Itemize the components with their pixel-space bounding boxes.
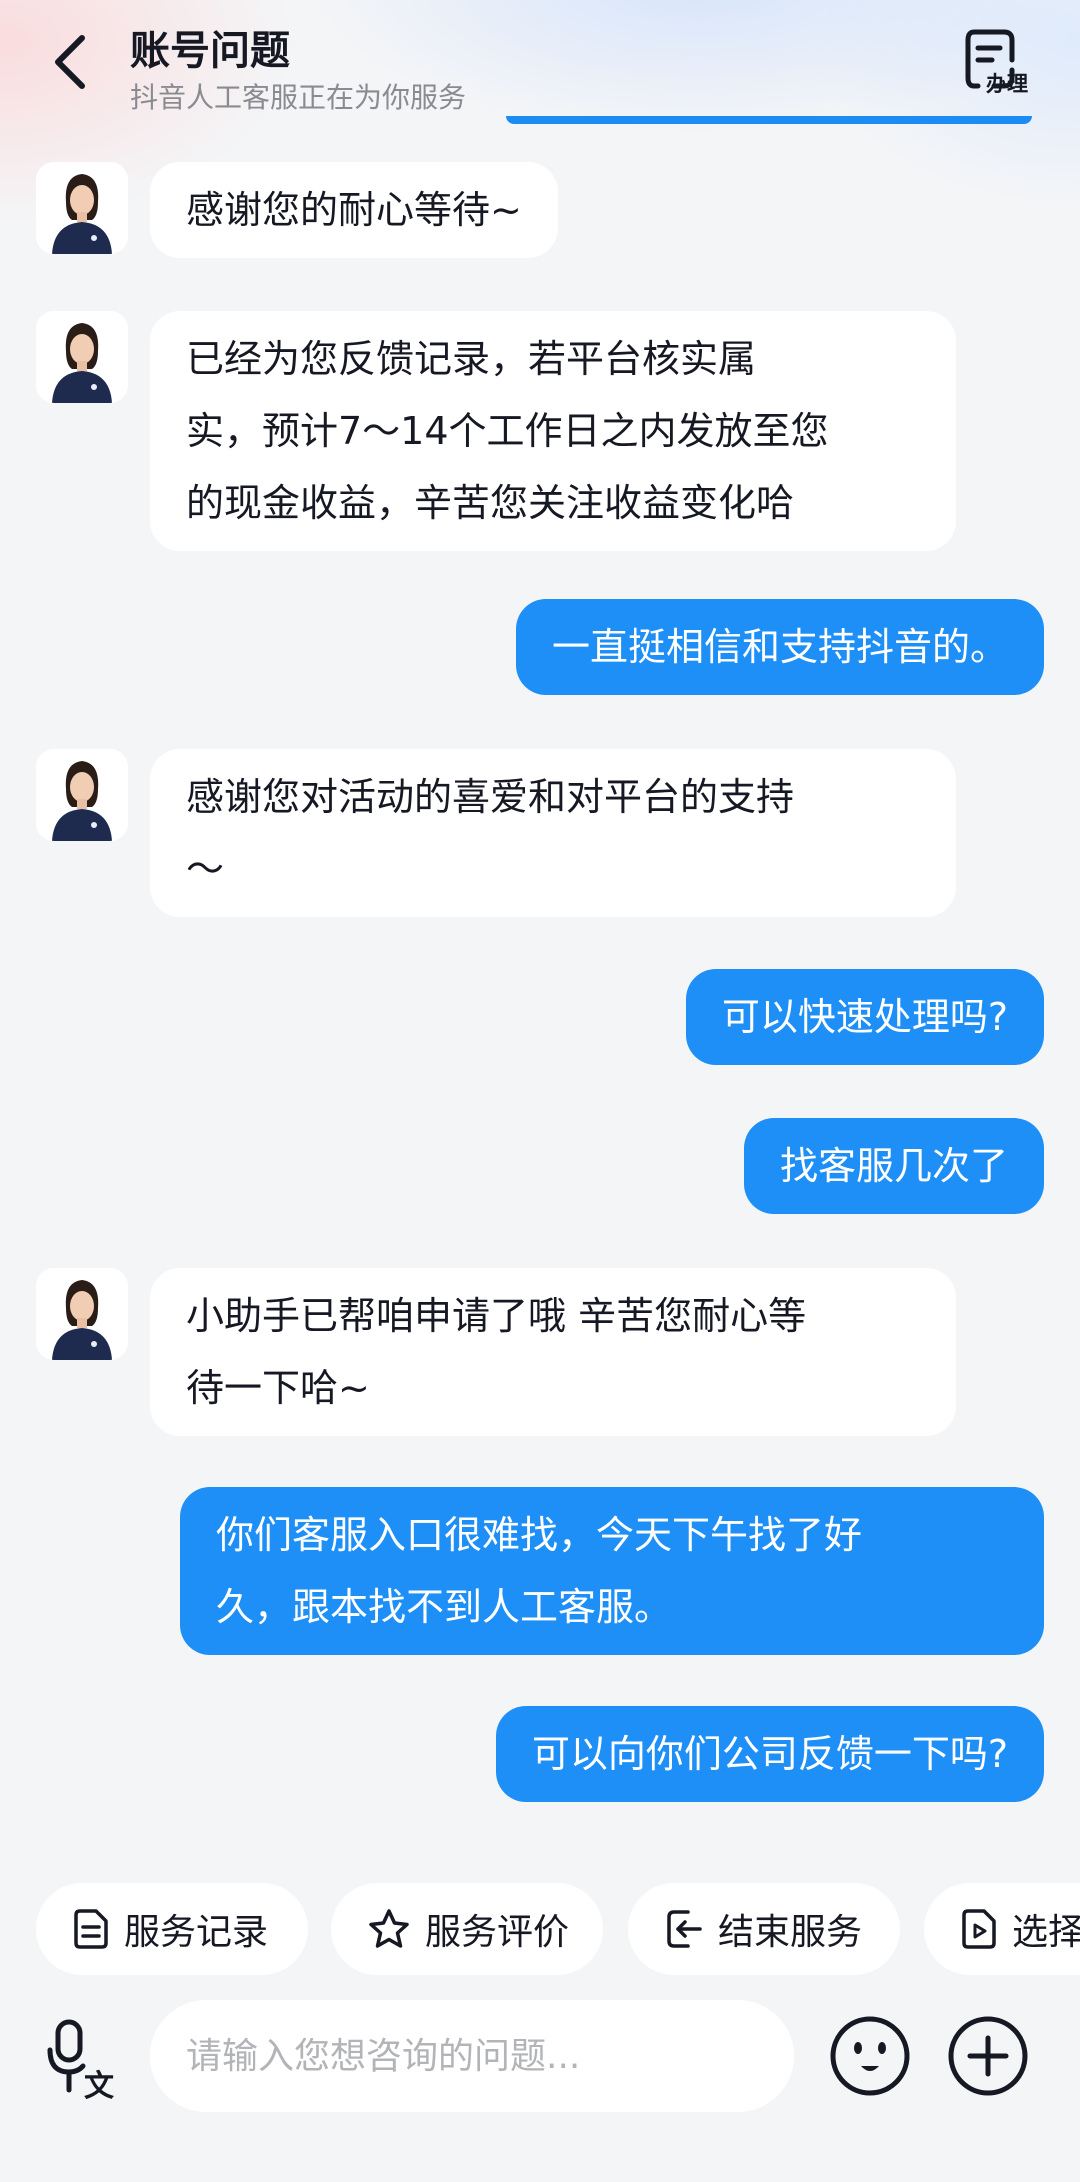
agent-avatar-image bbox=[36, 1268, 128, 1360]
chip-label: 选择 bbox=[1012, 1912, 1080, 1953]
select-button[interactable]: 选择 bbox=[924, 1883, 1080, 1975]
message-line: 小助手已帮咱申请了哦 辛苦您耐心等 bbox=[186, 1294, 807, 1338]
service-rating-button[interactable]: 服务评价 bbox=[331, 1883, 603, 1975]
handle-label: 办理 bbox=[986, 72, 1028, 96]
document-icon bbox=[74, 1909, 108, 1949]
message-line: 你们客服入口很难找，今天下午找了好 bbox=[216, 1513, 863, 1557]
agent-avatar[interactable] bbox=[36, 1268, 128, 1360]
agent-avatar[interactable] bbox=[36, 749, 128, 841]
message-input-box[interactable] bbox=[150, 2000, 794, 2112]
agent-message: 小助手已帮咱申请了哦 辛苦您耐心等 待一下哈~ bbox=[150, 1268, 956, 1436]
message-line: 感谢您对活动的喜爱和对平台的支持 bbox=[186, 775, 795, 819]
user-message: 可以快速处理吗? bbox=[685, 969, 1044, 1065]
back-button[interactable] bbox=[40, 26, 100, 98]
star-icon bbox=[369, 1909, 409, 1948]
user-message: 一直挺相信和支持抖音的。 bbox=[515, 599, 1044, 695]
message-line: 久，跟本找不到人工客服。 bbox=[216, 1585, 673, 1629]
plus-icon bbox=[948, 2016, 1028, 2096]
message-line: 已经为您反馈记录，若平台核实属 bbox=[186, 337, 757, 381]
chevron-left-icon bbox=[55, 35, 85, 89]
agent-message: 已经为您反馈记录，若平台核实属 实，预计7～14个工作日之内发放至您 的现金收益… bbox=[150, 311, 956, 551]
video-file-icon bbox=[962, 1909, 996, 1949]
mic-translate-icon: 文 bbox=[47, 2019, 114, 2104]
agent-avatar[interactable] bbox=[36, 311, 128, 403]
message-line: 的现金收益，辛苦您关注收益变化哈 bbox=[186, 481, 795, 525]
message-text: 找客服几次了 bbox=[779, 1144, 1008, 1188]
message-text: 感谢您的耐心等待~ bbox=[186, 188, 522, 232]
agent-avatar-image bbox=[36, 162, 128, 254]
input-bar: 文 bbox=[0, 2000, 1080, 2120]
voice-input-button[interactable]: 文 bbox=[44, 2018, 120, 2104]
agent-avatar[interactable] bbox=[36, 162, 128, 254]
service-record-button[interactable]: 服务记录 bbox=[36, 1883, 308, 1975]
quick-actions-bar: 服务记录 服务评价 结束服务 选择 bbox=[0, 1883, 1080, 1975]
emoji-icon bbox=[830, 2016, 910, 2096]
agent-message: 感谢您对活动的喜爱和对平台的支持 ～ bbox=[150, 749, 956, 917]
emoji-button[interactable] bbox=[828, 2014, 912, 2098]
agent-message: 感谢您的耐心等待~ bbox=[150, 162, 558, 258]
message-text: 可以快速处理吗? bbox=[721, 995, 1008, 1039]
svg-text:文: 文 bbox=[84, 2069, 114, 2102]
chip-label: 服务记录 bbox=[124, 1912, 269, 1953]
header-accent-line bbox=[506, 116, 1032, 124]
message-text: 可以向你们公司反馈一下吗? bbox=[531, 1732, 1008, 1776]
plus-button[interactable] bbox=[946, 2014, 1030, 2098]
handle-button[interactable]: 办理 bbox=[960, 26, 1040, 100]
page-title: 账号问题 bbox=[130, 28, 290, 74]
message-line: 待一下哈~ bbox=[186, 1366, 370, 1410]
user-message: 你们客服入口很难找，今天下午找了好 久，跟本找不到人工客服。 bbox=[180, 1487, 1044, 1655]
end-service-button[interactable]: 结束服务 bbox=[628, 1883, 900, 1975]
user-message: 找客服几次了 bbox=[743, 1118, 1044, 1214]
agent-avatar-image bbox=[36, 311, 128, 403]
message-text: 一直挺相信和支持抖音的。 bbox=[551, 625, 1008, 669]
agent-avatar-image bbox=[36, 749, 128, 841]
chat-header: 账号问题 抖音人工客服正在为你服务 办理 bbox=[0, 0, 1080, 150]
user-message: 可以向你们公司反馈一下吗? bbox=[495, 1706, 1044, 1802]
exit-icon bbox=[667, 1910, 702, 1948]
message-line: 实，预计7～14个工作日之内发放至您 bbox=[186, 409, 829, 453]
service-status: 抖音人工客服正在为你服务 bbox=[130, 81, 467, 114]
chip-label: 服务评价 bbox=[425, 1912, 570, 1953]
message-line: ～ bbox=[186, 847, 225, 891]
chip-label: 结束服务 bbox=[718, 1912, 863, 1953]
message-input[interactable] bbox=[186, 2035, 766, 2077]
